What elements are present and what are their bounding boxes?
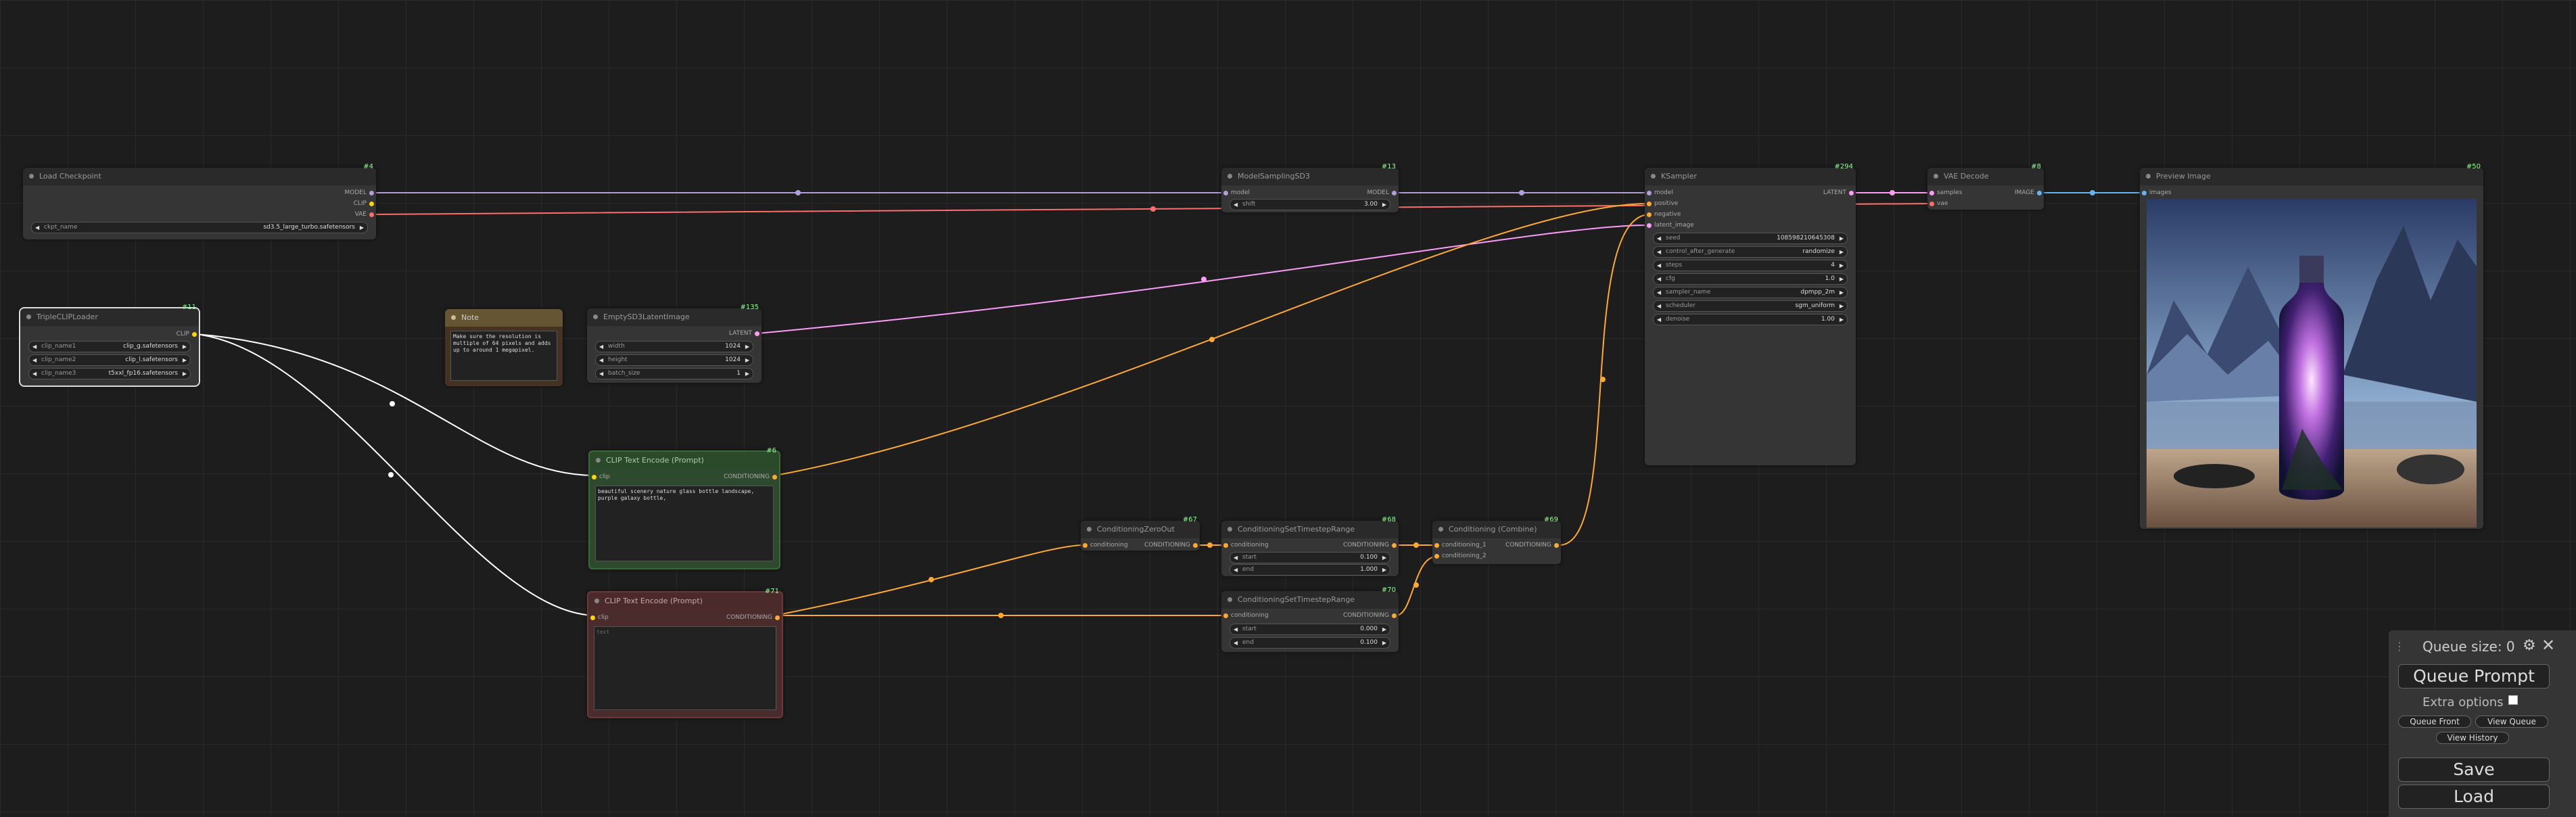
start-widget[interactable]: ◀ start 0.100 ▶ <box>1230 552 1390 563</box>
output-conditioning[interactable]: CONDITIONING <box>724 472 779 482</box>
batch-size-widget[interactable]: ◀ batch_size 1 ▶ <box>595 368 753 379</box>
input-conditioning-1[interactable]: conditioning_1 <box>1432 540 1486 550</box>
node-title: CLIP Text Encode (Prompt) #6 <box>590 447 779 469</box>
height-widget[interactable]: ◀ height 1024 ▶ <box>595 354 753 366</box>
extra-options-checkbox[interactable] <box>2508 695 2519 705</box>
output-model[interactable]: MODEL <box>345 188 376 197</box>
output-vae[interactable]: VAE <box>355 210 376 219</box>
node-clip-text-encode-positive[interactable]: CLIP Text Encode (Prompt) #6 clip CONDITI… <box>588 447 780 569</box>
queue-prompt-button[interactable]: Queue Prompt <box>2398 664 2550 688</box>
input-conditioning[interactable]: conditioning <box>1221 540 1269 550</box>
queue-menu: ⋮ Queue size: 0 ⚙ ✕ Queue Prompt Extra o… <box>2389 630 2576 817</box>
steps-widget[interactable]: ◀ steps 4 ▶ <box>1653 260 1848 271</box>
output-latent[interactable]: LATENT <box>729 329 762 338</box>
cfg-widget[interactable]: ◀ cfg 1.0 ▶ <box>1653 273 1848 285</box>
seed-widget[interactable]: ◀ seed 108598210645308 ▶ <box>1653 233 1848 244</box>
output-conditioning[interactable]: CONDITIONING <box>1144 540 1200 550</box>
node-title: KSampler #294 <box>1645 163 1856 185</box>
node-clip-text-encode-negative[interactable]: CLIP Text Encode (Prompt) #71 clip CONDIT… <box>587 588 783 718</box>
denoise-widget[interactable]: ◀ denoise 1.00 ▶ <box>1653 314 1848 325</box>
output-clip[interactable]: CLIP <box>177 329 199 339</box>
node-conditioning-set-timestep-range-70[interactable]: ConditioningSetTimestepRange #70 conditio… <box>1221 586 1399 652</box>
output-conditioning[interactable]: CONDITIONING <box>1343 611 1399 620</box>
input-clip[interactable]: clip <box>588 613 609 622</box>
start-widget[interactable]: ◀ start 0.000 ▶ <box>1230 624 1390 635</box>
end-widget[interactable]: ◀ end 1.000 ▶ <box>1230 564 1390 576</box>
node-title: ModelSamplingSD3 #13 <box>1221 163 1399 185</box>
node-conditioning-zero-out[interactable]: ConditioningZeroOut #67 conditioning COND… <box>1081 516 1200 551</box>
node-title: ConditioningZeroOut #67 <box>1081 516 1200 538</box>
extra-options-label: Extra options <box>2422 695 2504 709</box>
node-empty-sd3-latent-image[interactable]: EmptySD3LatentImage #135 LATENT ◀ width 102… <box>587 304 762 383</box>
view-queue-button[interactable]: View Queue <box>2475 716 2548 728</box>
ckpt-name-widget[interactable]: ◀ ckpt_name sd3.5_large_turbo.safetensors ▶ <box>31 222 368 233</box>
input-images[interactable]: images <box>2140 188 2172 197</box>
node-preview-image[interactable]: Preview Image #50 images <box>2140 163 2483 529</box>
node-vae-decode[interactable]: VAE Decode #8 samples vae IMAGE <box>1927 163 2044 210</box>
node-conditioning-set-timestep-range-68[interactable]: ConditioningSetTimestepRange #68 conditio… <box>1221 516 1399 576</box>
drag-handle-icon[interactable]: ⋮ <box>2394 640 2405 653</box>
shift-widget[interactable]: ◀ shift 3.00 ▶ <box>1230 199 1390 210</box>
input-negative[interactable]: negative <box>1645 210 1681 219</box>
input-clip[interactable]: clip <box>590 472 610 482</box>
save-button[interactable]: Save <box>2398 757 2550 782</box>
note-text[interactable]: Make sure the resolution is multiple of … <box>450 331 557 381</box>
settings-gear-icon[interactable]: ⚙ <box>2523 637 2536 654</box>
view-history-button[interactable]: View History <box>2436 732 2509 744</box>
node-title: VAE Decode #8 <box>1927 163 2044 185</box>
output-latent[interactable]: LATENT <box>1823 188 1856 197</box>
node-conditioning-combine[interactable]: Conditioning (Combine) #69 conditioning_1… <box>1432 516 1561 564</box>
node-title: Preview Image #50 <box>2140 163 2483 185</box>
queue-front-button[interactable]: Queue Front <box>2398 716 2471 728</box>
end-widget[interactable]: ◀ end 0.100 ▶ <box>1230 637 1390 649</box>
output-clip[interactable]: CLIP <box>354 199 376 208</box>
node-load-checkpoint[interactable]: Load Checkpoint #4 MODEL CLIP VAE ◀ ckpt_n… <box>23 163 376 239</box>
input-latent-image[interactable]: latent_image <box>1645 220 1694 230</box>
clip-name2-widget[interactable]: ◀ clip_name2 clip_l.safetensors ▶ <box>28 354 191 366</box>
input-conditioning[interactable]: conditioning <box>1221 611 1269 620</box>
node-model-sampling-sd3[interactable]: ModelSamplingSD3 #13 model MODEL ◀ shift 3.… <box>1221 163 1399 212</box>
output-model[interactable]: MODEL <box>1367 188 1399 197</box>
input-conditioning-2[interactable]: conditioning_2 <box>1432 551 1486 561</box>
sampler-name-widget[interactable]: ◀ sampler_name dpmpp_2m ▶ <box>1653 287 1848 298</box>
node-title: Note <box>445 309 563 327</box>
output-conditioning[interactable]: CONDITIONING <box>1343 540 1399 550</box>
clip-name1-widget[interactable]: ◀ clip_name1 clip_g.safetensors ▶ <box>28 341 191 352</box>
output-conditioning[interactable]: CONDITIONING <box>1505 540 1561 550</box>
input-positive[interactable]: positive <box>1645 199 1678 208</box>
load-button[interactable]: Load <box>2398 785 2550 809</box>
control-after-generate-widget[interactable]: ◀ control_after_generate randomize ▶ <box>1653 246 1848 258</box>
node-title: ConditioningSetTimestepRange #70 <box>1221 586 1399 609</box>
output-image[interactable]: IMAGE <box>2015 188 2044 197</box>
extra-options: Extra options <box>2422 695 2519 709</box>
input-conditioning[interactable]: conditioning <box>1081 540 1128 550</box>
prompt-textarea[interactable]: text <box>594 626 776 710</box>
input-samples[interactable]: samples <box>1927 188 1962 197</box>
input-model[interactable]: model <box>1645 188 1673 197</box>
prompt-textarea[interactable]: beautiful scenery nature glass bottle la… <box>595 486 774 561</box>
node-triple-clip-loader[interactable]: TripleCLIPLoader #11 CLIP ◀ clip_name1 clip… <box>19 304 200 387</box>
input-model[interactable]: model <box>1221 188 1250 197</box>
node-title: ConditioningSetTimestepRange #68 <box>1221 516 1399 538</box>
preview-image[interactable] <box>2147 199 2477 528</box>
node-ksampler[interactable]: KSampler #294 model positive negative lat… <box>1645 163 1856 465</box>
queue-size: Queue size: 0 <box>2422 638 2515 655</box>
close-icon[interactable]: ✕ <box>2542 636 2555 655</box>
scheduler-widget[interactable]: ◀ scheduler sgm_uniform ▶ <box>1653 300 1848 312</box>
output-conditioning[interactable]: CONDITIONING <box>726 613 782 622</box>
width-widget[interactable]: ◀ width 1024 ▶ <box>595 341 753 352</box>
clip-name3-widget[interactable]: ◀ clip_name3 t5xxl_fp16.safetensors ▶ <box>28 368 191 379</box>
node-title: TripleCLIPLoader #11 <box>20 304 199 326</box>
node-title: CLIP Text Encode (Prompt) #71 <box>588 588 782 610</box>
node-title: Load Checkpoint #4 <box>23 163 376 185</box>
node-title: EmptySD3LatentImage #135 <box>587 304 762 326</box>
input-vae[interactable]: vae <box>1927 199 1948 208</box>
node-note[interactable]: Note Make sure the resolution is multipl… <box>445 309 563 386</box>
node-title: Conditioning (Combine) #69 <box>1432 516 1561 538</box>
